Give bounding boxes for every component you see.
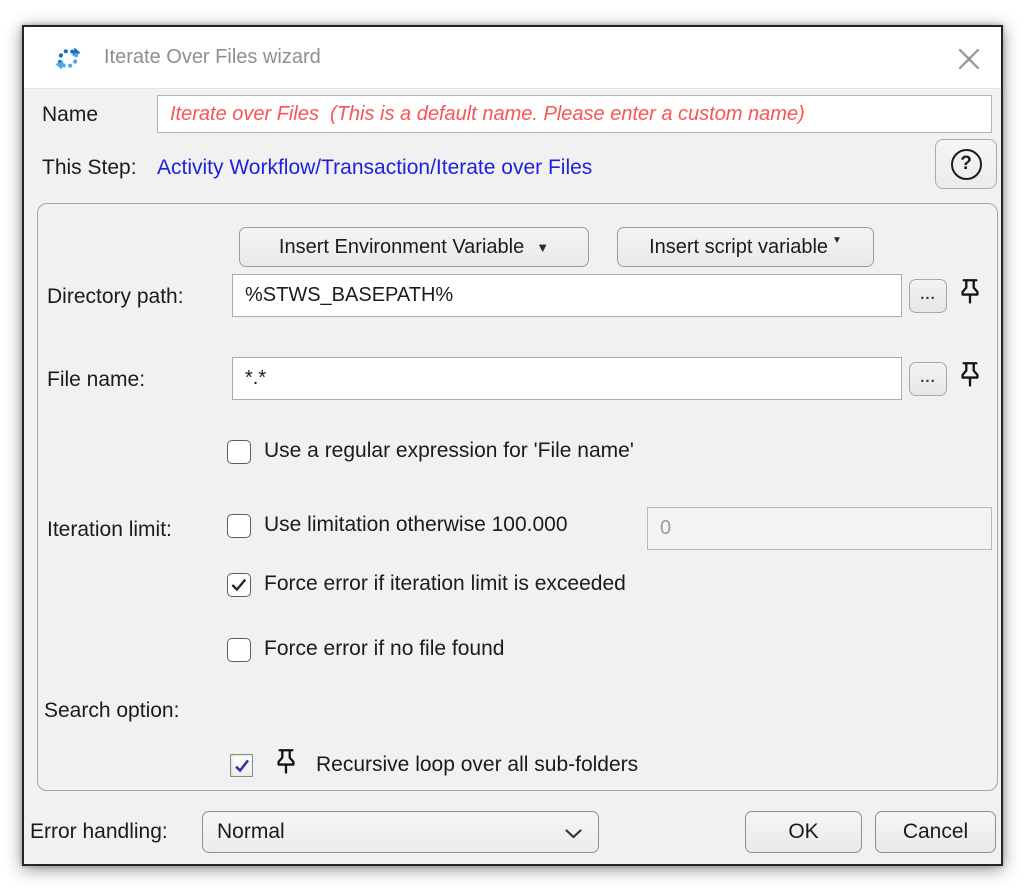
this-step-label: This Step: [42,156,137,180]
error-handling-select[interactable]: Normal [202,811,599,853]
recursive-checkbox-label[interactable]: Recursive loop over all sub-folders [316,753,638,777]
recursive-checkbox[interactable] [230,754,253,777]
file-name-label: File name: [47,368,145,392]
directory-path-browse-button[interactable]: ... [909,279,947,313]
iteration-limit-input: 0 [647,507,992,550]
titlebar: Iterate Over Files wizard [24,27,1001,89]
force-error-nofile-label[interactable]: Force error if no file found [264,637,504,661]
chevron-down-icon [565,829,582,839]
ellipsis-icon: ... [920,369,936,386]
close-button[interactable] [949,39,989,79]
force-error-nofile-checkbox[interactable] [227,638,251,662]
force-error-limit-checkbox[interactable] [227,573,251,597]
insert-script-variable-button[interactable]: Insert script variable ▼ [617,227,874,267]
close-icon [956,46,982,72]
iteration-limit-value: 0 [660,517,671,540]
file-name-input[interactable] [232,357,902,400]
error-handling-label: Error handling: [30,820,168,844]
pin-icon[interactable] [955,359,985,395]
pin-icon[interactable] [955,276,985,312]
file-name-browse-button[interactable]: ... [909,362,947,396]
directory-path-label: Directory path: [47,285,184,309]
help-icon: ? [951,149,982,180]
chevron-down-icon: ▼ [536,240,549,255]
name-input[interactable] [157,95,992,133]
error-handling-value: Normal [217,820,285,844]
chevron-down-icon: ▼ [832,235,842,246]
force-error-limit-label[interactable]: Force error if iteration limit is exceed… [264,572,626,596]
ok-button[interactable]: OK [745,811,862,853]
help-button[interactable]: ? [935,139,997,189]
this-step-path[interactable]: Activity Workflow/Transaction/Iterate ov… [157,156,592,180]
name-label: Name [42,103,98,127]
ok-button-label: OK [788,820,818,844]
regex-checkbox-label[interactable]: Use a regular expression for 'File name' [264,439,634,463]
cancel-button[interactable]: Cancel [875,811,996,853]
check-icon [229,575,249,595]
insert-environment-variable-label: Insert Environment Variable [279,236,524,259]
window-title: Iterate Over Files wizard [104,46,321,69]
search-option-label: Search option: [44,699,179,723]
insert-script-variable-label: Insert script variable [649,236,828,259]
directory-path-input[interactable] [232,274,902,317]
iterate-over-files-wizard-dialog: Iterate Over Files wizard Name This Step… [22,25,1003,866]
regex-checkbox[interactable] [227,440,251,464]
insert-environment-variable-button[interactable]: Insert Environment Variable ▼ [239,227,589,267]
iteration-limit-label: Iteration limit: [47,518,172,542]
ellipsis-icon: ... [920,286,936,303]
use-limitation-checkbox[interactable] [227,514,251,538]
pin-icon[interactable] [271,746,301,782]
check-icon [233,757,251,775]
sync-loop-icon [50,40,86,76]
cancel-button-label: Cancel [903,820,968,844]
use-limitation-checkbox-label[interactable]: Use limitation otherwise 100.000 [264,513,568,537]
